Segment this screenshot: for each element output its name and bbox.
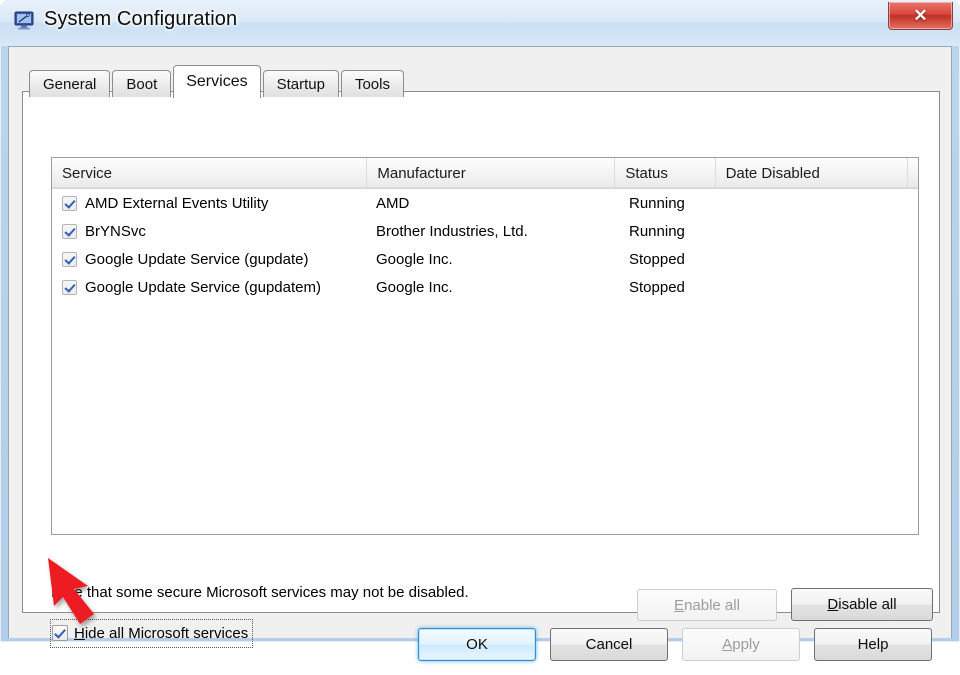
cell-service: Google Update Service (gupdatem) [52, 279, 370, 296]
tab-startup[interactable]: Startup [263, 70, 339, 97]
help-label: Help [858, 636, 889, 653]
cell-service: Google Update Service (gupdate) [52, 251, 370, 268]
column-header-manufacturer[interactable]: Manufacturer [367, 158, 615, 188]
cell-status: Stopped [620, 251, 721, 268]
table-row[interactable]: Google Update Service (gupdate) Google I… [52, 245, 918, 273]
service-checkbox[interactable] [62, 280, 77, 295]
hide-all-microsoft-services-label: Hide all Microsoft services [74, 625, 248, 642]
column-header-status[interactable]: Status [615, 158, 715, 188]
tab-tools[interactable]: Tools [341, 70, 404, 97]
service-name: AMD External Events Utility [85, 195, 268, 212]
cell-manufacturer: Brother Industries, Ltd. [370, 223, 620, 240]
column-header-spacer [908, 158, 918, 188]
service-name: BrYNSvc [85, 223, 146, 240]
label-rest: pply [732, 636, 760, 653]
close-button[interactable]: ✕ [888, 2, 953, 30]
service-checkbox[interactable] [62, 252, 77, 267]
column-header-service[interactable]: Service [52, 158, 367, 188]
services-table: Service Manufacturer Status Date Disable… [51, 157, 919, 535]
cell-manufacturer: Google Inc. [370, 279, 620, 296]
label-rest: isable all [838, 596, 896, 613]
apply-button[interactable]: Apply [682, 628, 800, 661]
disable-all-label: Disable all [827, 596, 896, 613]
cancel-label: Cancel [586, 636, 633, 653]
title-bar: System Configuration ✕ [0, 0, 960, 46]
tab-strip: General Boot Services Startup Tools [29, 65, 406, 97]
tab-services[interactable]: Services [173, 65, 260, 98]
checkbox-box-icon [52, 625, 68, 641]
window-title: System Configuration [44, 8, 237, 31]
label-rest: nable all [684, 597, 740, 614]
services-tab-panel: Service Manufacturer Status Date Disable… [22, 91, 940, 613]
cell-service: BrYNSvc [52, 223, 370, 240]
service-name: Google Update Service (gupdatem) [85, 279, 321, 296]
label-rest: ide all Microsoft services [85, 625, 248, 642]
cell-manufacturer: AMD [370, 195, 620, 212]
accelerator-letter: E [674, 597, 684, 614]
apply-label: Apply [722, 636, 760, 653]
service-name: Google Update Service (gupdate) [85, 251, 308, 268]
dialog-client-area: General Boot Services Startup Tools Serv… [8, 46, 952, 638]
accelerator-letter: A [722, 636, 732, 653]
system-configuration-icon [14, 11, 36, 31]
accelerator-letter: H [74, 625, 85, 642]
tab-boot[interactable]: Boot [112, 70, 171, 97]
ok-button[interactable]: OK [418, 628, 536, 661]
accelerator-letter: D [827, 596, 838, 613]
enable-all-label: Enable all [674, 597, 740, 614]
help-button[interactable]: Help [814, 628, 932, 661]
system-configuration-window: System Configuration ✕ General Boot Serv… [0, 0, 960, 642]
cell-status: Running [620, 223, 721, 240]
ok-label: OK [466, 636, 488, 653]
table-header-row: Service Manufacturer Status Date Disable… [52, 158, 918, 189]
disable-all-button[interactable]: Disable all [791, 588, 933, 621]
tab-general[interactable]: General [29, 70, 110, 97]
cell-manufacturer: Google Inc. [370, 251, 620, 268]
cancel-button[interactable]: Cancel [550, 628, 668, 661]
table-row[interactable]: BrYNSvc Brother Industries, Ltd. Running [52, 217, 918, 245]
enable-all-button[interactable]: Enable all [637, 589, 777, 621]
table-row[interactable]: Google Update Service (gupdatem) Google … [52, 273, 918, 301]
service-checkbox[interactable] [62, 224, 77, 239]
secure-services-note: Note that some secure Microsoft services… [51, 584, 469, 601]
cell-service: AMD External Events Utility [52, 195, 370, 212]
service-checkbox[interactable] [62, 196, 77, 211]
cell-status: Running [620, 195, 721, 212]
hide-all-microsoft-services-checkbox[interactable]: Hide all Microsoft services [51, 620, 252, 647]
column-header-date-disabled[interactable]: Date Disabled [716, 158, 908, 188]
close-icon: ✕ [913, 7, 927, 24]
cell-status: Stopped [620, 279, 721, 296]
table-row[interactable]: AMD External Events Utility AMD Running [52, 189, 918, 217]
